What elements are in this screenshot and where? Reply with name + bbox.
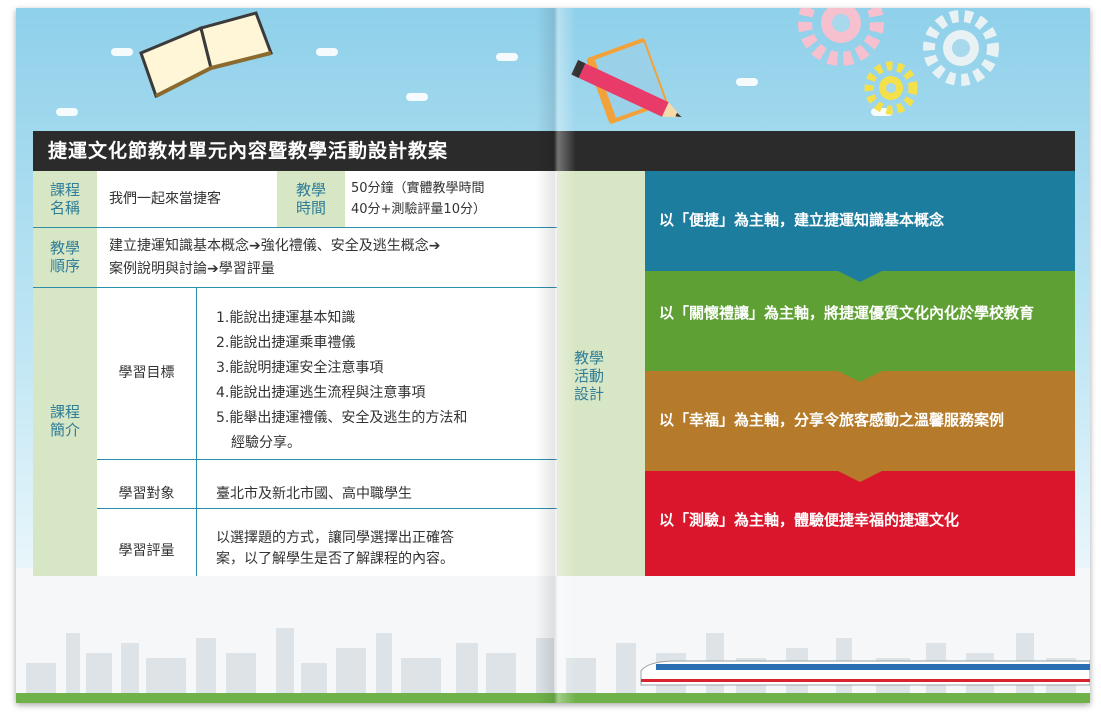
book-page: 捷運文化節教材單元內容暨教學活動設計教案 課程 名稱 教學 時間 教學 順序 課…: [16, 8, 1090, 703]
activity-band: 以「測驗」為主軸，體驗便捷幸福的捷運文化: [645, 471, 1075, 576]
city-skyline: [26, 628, 1090, 693]
pencil-icon: [571, 38, 682, 124]
course-intro-label: 課程 簡介: [49, 403, 80, 439]
activity-text: 以「關懷禮讓」為主軸，將捷運優質文化內化於學校教育: [659, 304, 1035, 322]
cloud-shape: [56, 108, 78, 116]
learning-assessment-line1: 以選擇題的方式，讓同學選擇出正確答: [216, 530, 454, 546]
cloud-shape: [496, 53, 518, 61]
teaching-order-label: 教學 順序: [49, 239, 80, 275]
page-title: 捷運文化節教材單元內容暨教學活動設計教案: [33, 131, 1075, 171]
activity-band: 以「幸福」為主軸，分享令旅客感動之溫馨服務案例: [645, 371, 1075, 471]
learning-goals-label: 學習目標: [118, 365, 175, 381]
down-arrow-icon: [838, 471, 882, 482]
down-arrow-icon: [838, 271, 882, 282]
activity-text: 以「便捷」為主軸，建立捷運知識基本概念: [659, 211, 945, 229]
open-book-icon: [139, 11, 273, 98]
list-item: 4.能說出捷運逃生流程與注意事項: [216, 385, 426, 401]
course-name-value: 我們一起來當捷客: [109, 191, 221, 207]
learning-goals-list: 1.能說出捷運基本知識 2.能說出捷運乘車禮儀 3.能說明捷運安全注意事項 4.…: [216, 308, 467, 458]
cloud-shape: [406, 93, 428, 101]
activity-band: 以「關懷禮讓」為主軸，將捷運優質文化內化於學校教育: [645, 271, 1075, 371]
learning-assessment-label: 學習評量: [118, 543, 175, 559]
course-name-label: 課程 名稱: [49, 181, 80, 217]
gear-icon: [798, 8, 999, 115]
teaching-time-value-line1: 50分鐘（實體教學時間: [351, 181, 485, 196]
train-icon: [640, 660, 1090, 686]
list-item: 3.能說明捷運安全注意事項: [216, 360, 384, 376]
divider: [33, 287, 557, 288]
list-item: 經驗分享。: [231, 435, 301, 451]
learning-target-label: 學習對象: [118, 486, 175, 502]
divider: [33, 227, 557, 228]
list-item: 1.能說出捷運基本知識: [216, 310, 356, 326]
list-item: 2.能說出捷運乘車禮儀: [216, 335, 356, 351]
learning-target-value: 臺北市及新北市國、高中職學生: [216, 486, 412, 502]
teaching-order-line2: 案例說明與討論➔學習評量: [109, 261, 275, 277]
teaching-time-label: 教學 時間: [295, 181, 326, 217]
cloud-shape: [316, 48, 338, 56]
activity-text: 以「測驗」為主軸，體驗便捷幸福的捷運文化: [659, 511, 960, 529]
activity-text: 以「幸福」為主軸，分享令旅客感動之溫馨服務案例: [659, 411, 1005, 429]
activity-design-label: 教學 活動 設計: [573, 349, 604, 403]
cloud-shape: [111, 48, 133, 56]
divider: [97, 459, 557, 460]
activity-band: 以「便捷」為主軸，建立捷運知識基本概念: [645, 171, 1075, 271]
lesson-plan-panel: 捷運文化節教材單元內容暨教學活動設計教案 課程 名稱 教學 時間 教學 順序 課…: [33, 131, 1075, 576]
divider: [196, 288, 197, 576]
list-item: 5.能舉出捷運禮儀、安全及逃生的方法和: [216, 410, 468, 426]
down-arrow-icon: [838, 371, 882, 382]
learning-assessment-line2: 案，以了解學生是否了解課程的內容。: [216, 551, 454, 567]
teaching-order-line1: 建立捷運知識基本概念➔強化禮儀、安全及逃生概念➔: [109, 238, 441, 254]
grass-strip: [16, 693, 1090, 703]
cloud-shape: [736, 78, 758, 86]
divider: [97, 508, 557, 509]
teaching-time-value-line2: 40分+測驗評量10分）: [351, 202, 486, 217]
